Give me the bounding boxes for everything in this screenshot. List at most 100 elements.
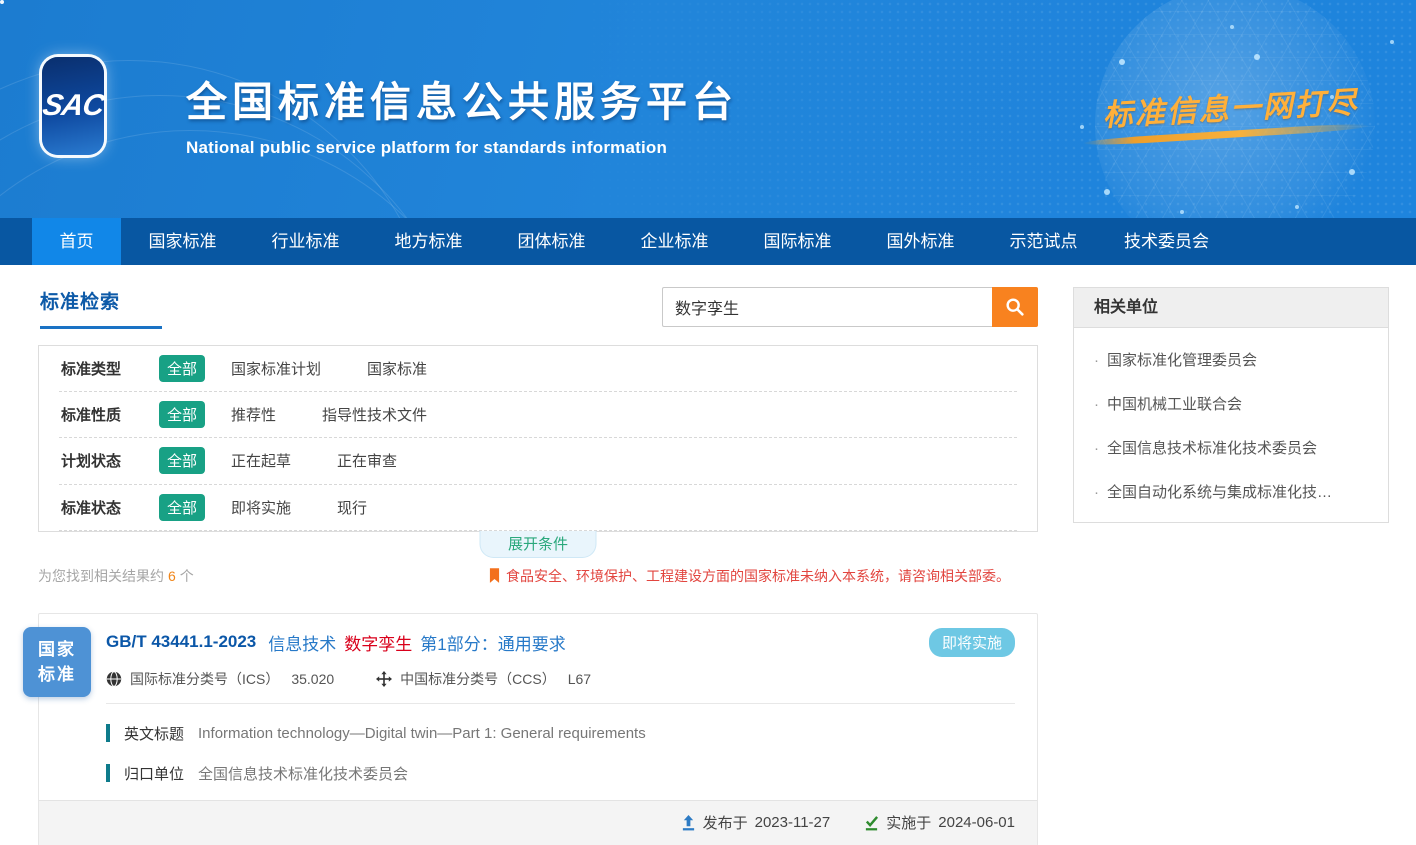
filter-all-button[interactable]: 全部 xyxy=(159,401,205,428)
site-title: 全国标准信息公共服务平台 xyxy=(186,68,738,128)
implement-date: 2024-06-01 xyxy=(938,814,1015,831)
list-bullet: · xyxy=(1094,352,1099,369)
filter-option[interactable]: 国家标准 xyxy=(367,358,427,379)
standard-title-highlight[interactable]: 数字孪生 xyxy=(344,630,412,655)
standard-code-link[interactable]: GB/T 43441.1-2023 xyxy=(106,632,256,652)
sidebar-item-it-standardization-committee[interactable]: ·全国信息技术标准化技术委员会 xyxy=(1074,425,1388,469)
sac-logo: SAC xyxy=(42,57,104,155)
sidebar-item-automation-committee[interactable]: ·全国自动化系统与集成标准化技… xyxy=(1074,469,1388,513)
nav-item-technical-committee[interactable]: 技术委员会 xyxy=(1105,218,1228,265)
ccs-group: 中国标准分类号（CCS） L67 xyxy=(376,669,591,689)
search-input[interactable] xyxy=(662,287,992,327)
related-units-list: · 国家标准化管理委员会 · 中国机械工业联合会 ·全国信息技术标准化技术委员会 ·… xyxy=(1074,328,1388,522)
notice-banner: 食品安全、环境保护、工程建设方面的国家标准未纳入本系统，请咨询相关部委。 xyxy=(489,566,1038,586)
type-badge-line2: 标准 xyxy=(38,662,76,687)
nav-item-industry-standards[interactable]: 行业标准 xyxy=(244,218,367,265)
publish-date: 2023-11-27 xyxy=(755,814,831,831)
content-column: 标准检索 标准类型 全部 国家标准计划 国家标准 标准性质 全部 xyxy=(38,265,1038,845)
related-units-title: 相关单位 xyxy=(1074,288,1388,328)
results-count-suffix: 个 xyxy=(180,568,194,584)
ccs-value: L67 xyxy=(568,671,591,687)
nav-item-home[interactable]: 首页 xyxy=(32,218,121,265)
filter-label: 标准性质 xyxy=(59,404,137,425)
standard-title-part1[interactable]: 信息技术 xyxy=(268,630,336,655)
implement-label: 实施于 xyxy=(886,812,931,833)
site-subtitle: National public service platform for sta… xyxy=(186,138,738,158)
sidebar-item-label: 国家标准化管理委员会 xyxy=(1107,352,1257,369)
standard-type-badge: 国家 标准 xyxy=(23,627,91,697)
expand-conditions-button[interactable]: 展开条件 xyxy=(480,531,597,558)
filter-panel: 标准类型 全部 国家标准计划 国家标准 标准性质 全部 推荐性 指导性技术文件 … xyxy=(38,345,1038,532)
list-bullet: · xyxy=(1094,484,1099,501)
sidebar-item-machinery-federation[interactable]: · 中国机械工业联合会 xyxy=(1074,381,1388,425)
filter-option[interactable]: 即将实施 xyxy=(231,497,291,518)
filter-option[interactable]: 正在起草 xyxy=(231,450,291,471)
nav-item-group-standards[interactable]: 团体标准 xyxy=(490,218,613,265)
sparkle-dots xyxy=(0,0,4,4)
nav-item-national-standards[interactable]: 国家标准 xyxy=(121,218,244,265)
nav-item-pilot[interactable]: 示范试点 xyxy=(982,218,1105,265)
filter-option[interactable]: 正在审查 xyxy=(337,450,397,471)
type-badge-line1: 国家 xyxy=(38,637,76,662)
brand-text: 全国标准信息公共服务平台 National public service pla… xyxy=(186,68,738,158)
filter-row-standard-status: 标准状态 全部 即将实施 现行 xyxy=(59,485,1017,531)
list-bullet: · xyxy=(1094,396,1099,413)
filter-option[interactable]: 指导性技术文件 xyxy=(322,404,427,425)
sidebar-item-sac[interactable]: · 国家标准化管理委员会 xyxy=(1074,337,1388,381)
nav-item-enterprise-standards[interactable]: 企业标准 xyxy=(613,218,736,265)
filter-row-standard-type: 标准类型 全部 国家标准计划 国家标准 xyxy=(59,346,1017,392)
filter-option[interactable]: 国家标准计划 xyxy=(231,358,321,379)
field-marker-bar xyxy=(106,724,110,742)
notice-text: 食品安全、环境保护、工程建设方面的国家标准未纳入本系统，请咨询相关部委。 xyxy=(506,566,1010,586)
compass-move-icon xyxy=(376,671,392,687)
classification-row: 国际标准分类号（ICS） 35.020 中国标准分类号（CCS） L67 xyxy=(106,669,1015,689)
standard-result-card: 国家 标准 GB/T 43441.1-2023 信息技术 数字孪生 第1部分：通… xyxy=(38,613,1038,845)
filter-label: 标准状态 xyxy=(59,497,137,518)
field-label: 英文标题 xyxy=(124,723,184,744)
field-value: Information technology—Digital twin—Part… xyxy=(198,725,646,742)
ccs-label: 中国标准分类号（CCS） xyxy=(400,669,556,689)
filter-all-button[interactable]: 全部 xyxy=(159,355,205,382)
nav-item-local-standards[interactable]: 地方标准 xyxy=(367,218,490,265)
card-title-row: GB/T 43441.1-2023 信息技术 数字孪生 第1部分：通用要求 即将… xyxy=(106,629,1015,656)
nav-item-foreign-standards[interactable]: 国外标准 xyxy=(859,218,982,265)
field-label: 归口单位 xyxy=(124,763,184,784)
standard-title-part2[interactable]: 第1部分：通用要求 xyxy=(420,630,565,655)
search-icon xyxy=(1004,296,1026,318)
publish-label: 发布于 xyxy=(703,812,748,833)
card-body: GB/T 43441.1-2023 信息技术 数字孪生 第1部分：通用要求 即将… xyxy=(39,614,1037,800)
search-row: 标准检索 xyxy=(38,265,1038,345)
results-count-prefix: 为您找到相关结果约 xyxy=(38,568,164,584)
implement-check-icon xyxy=(864,815,879,831)
results-count-number: 6 xyxy=(168,568,176,584)
results-count: 为您找到相关结果约6个 xyxy=(38,566,194,586)
filter-label: 标准类型 xyxy=(59,358,137,379)
field-value: 全国信息技术标准化技术委员会 xyxy=(198,763,408,784)
nav-item-international-standards[interactable]: 国际标准 xyxy=(736,218,859,265)
search-button[interactable] xyxy=(992,287,1038,327)
card-divider xyxy=(106,703,1015,704)
related-units-panel: 相关单位 · 国家标准化管理委员会 · 中国机械工业联合会 ·全国信息技术标准化技术… xyxy=(1073,287,1389,523)
ics-group: 国际标准分类号（ICS） 35.020 xyxy=(106,669,334,689)
main-nav: 首页 国家标准 行业标准 地方标准 团体标准 企业标准 国际标准 国外标准 示范… xyxy=(0,218,1416,265)
filter-row-standard-nature: 标准性质 全部 推荐性 指导性技术文件 xyxy=(59,392,1017,438)
sidebar-item-label: 中国机械工业联合会 xyxy=(1107,396,1242,413)
ics-label: 国际标准分类号（ICS） xyxy=(130,669,279,689)
search-box xyxy=(662,287,1038,327)
section-tab-search: 标准检索 xyxy=(40,287,162,329)
implement-date-item: 实施于 2024-06-01 xyxy=(864,812,1015,833)
filter-all-button[interactable]: 全部 xyxy=(159,447,205,474)
globe-icon xyxy=(106,671,122,687)
sac-logo-text: SAC xyxy=(40,89,106,123)
filter-option[interactable]: 现行 xyxy=(337,497,367,518)
field-english-title: 英文标题 Information technology—Digital twin… xyxy=(106,723,1015,744)
main-content: 标准检索 标准类型 全部 国家标准计划 国家标准 标准性质 全部 xyxy=(0,265,1416,845)
card-footer: 发布于 2023-11-27 实施于 2024-06-01 xyxy=(39,800,1037,845)
site-header: SAC 全国标准信息公共服务平台 National public service… xyxy=(0,0,1416,218)
filter-option[interactable]: 推荐性 xyxy=(231,404,276,425)
field-centralized-unit: 归口单位 全国信息技术标准化技术委员会 xyxy=(106,763,1015,784)
publish-upload-icon xyxy=(681,815,696,831)
ics-value: 35.020 xyxy=(291,671,334,687)
filter-all-button[interactable]: 全部 xyxy=(159,494,205,521)
page-title: 标准检索 xyxy=(40,292,120,313)
